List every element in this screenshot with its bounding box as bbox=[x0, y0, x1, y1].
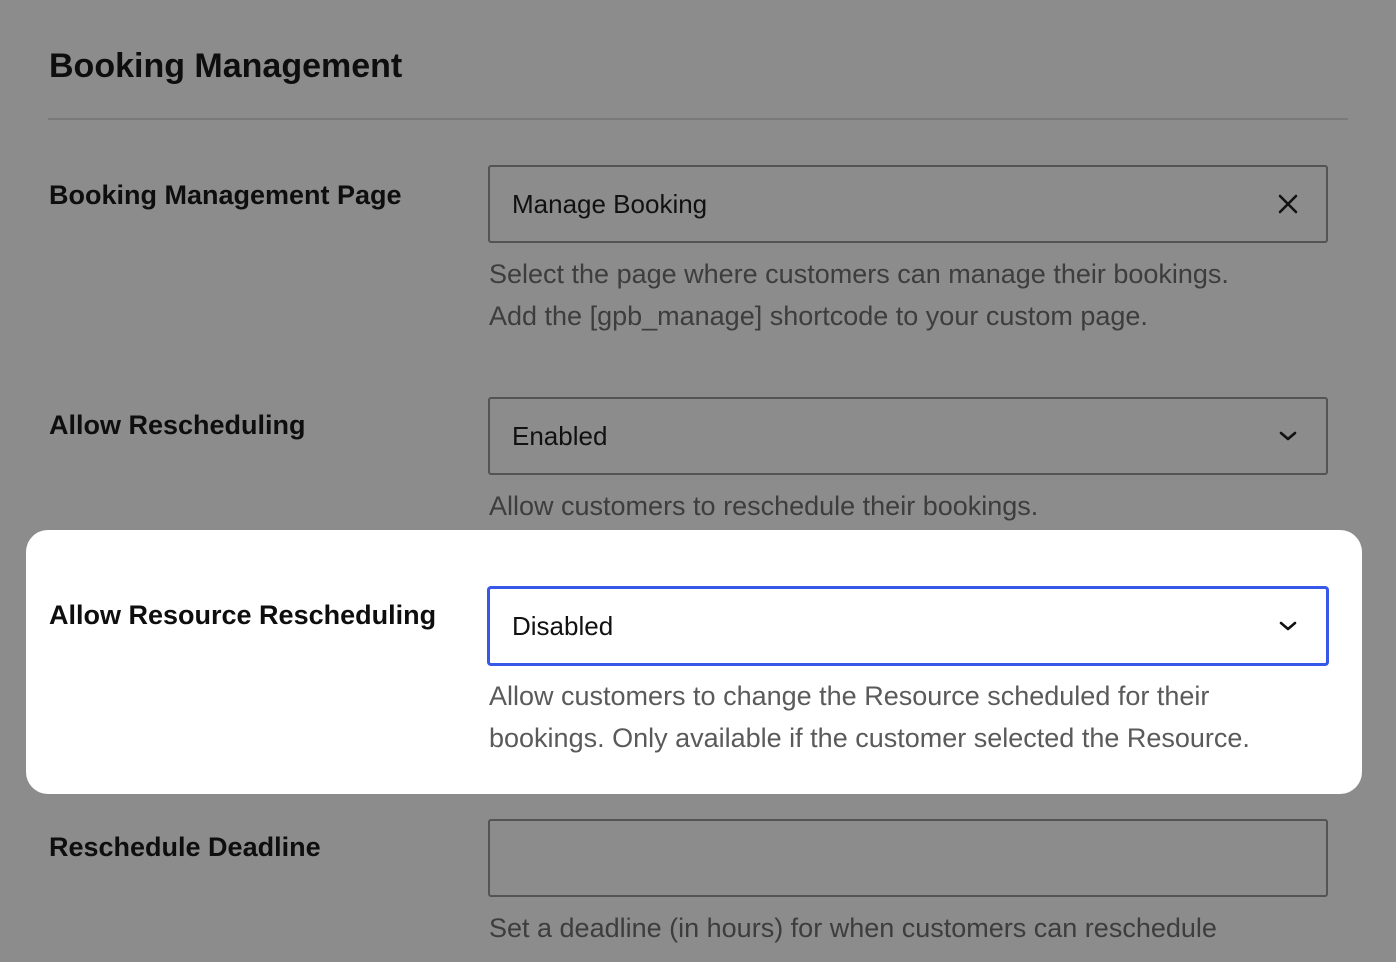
section-divider bbox=[48, 118, 1348, 120]
reschedule-deadline-input[interactable] bbox=[488, 819, 1328, 897]
allow-resource-rescheduling-help: Allow customers to change the Resource s… bbox=[489, 675, 1349, 759]
close-icon[interactable] bbox=[1272, 188, 1304, 220]
allow-resource-rescheduling-select[interactable]: Disabled bbox=[488, 587, 1328, 665]
allow-rescheduling-select[interactable]: Enabled bbox=[488, 397, 1328, 475]
booking-management-page-label: Booking Management Page bbox=[49, 180, 402, 210]
help-line: Set a deadline (in hours) for when custo… bbox=[489, 913, 1217, 943]
help-line: Allow customers to reschedule their book… bbox=[489, 491, 1039, 521]
booking-management-page-value: Manage Booking bbox=[512, 188, 708, 219]
reschedule-deadline-label: Reschedule Deadline bbox=[49, 832, 321, 862]
page-title: Booking Management bbox=[49, 47, 403, 85]
help-line: Allow customers to change the Resource s… bbox=[489, 681, 1210, 711]
allow-rescheduling-label: Allow Rescheduling bbox=[49, 410, 306, 440]
help-line: Select the page where customers can mana… bbox=[489, 259, 1229, 289]
booking-management-page-help: Select the page where customers can mana… bbox=[489, 253, 1349, 337]
chevron-down-icon bbox=[1272, 610, 1304, 642]
allow-resource-rescheduling-label: Allow Resource Rescheduling bbox=[49, 600, 437, 630]
allow-rescheduling-value: Enabled bbox=[512, 420, 608, 451]
chevron-down-icon bbox=[1272, 420, 1304, 452]
help-line: Add the [gpb_manage] shortcode to your c… bbox=[489, 301, 1148, 331]
allow-rescheduling-help: Allow customers to reschedule their book… bbox=[489, 485, 1349, 527]
reschedule-deadline-help: Set a deadline (in hours) for when custo… bbox=[489, 907, 1349, 949]
booking-management-page-select[interactable]: Manage Booking bbox=[488, 165, 1328, 243]
allow-resource-rescheduling-value: Disabled bbox=[512, 610, 614, 641]
help-line: bookings. Only available if the customer… bbox=[489, 723, 1250, 753]
